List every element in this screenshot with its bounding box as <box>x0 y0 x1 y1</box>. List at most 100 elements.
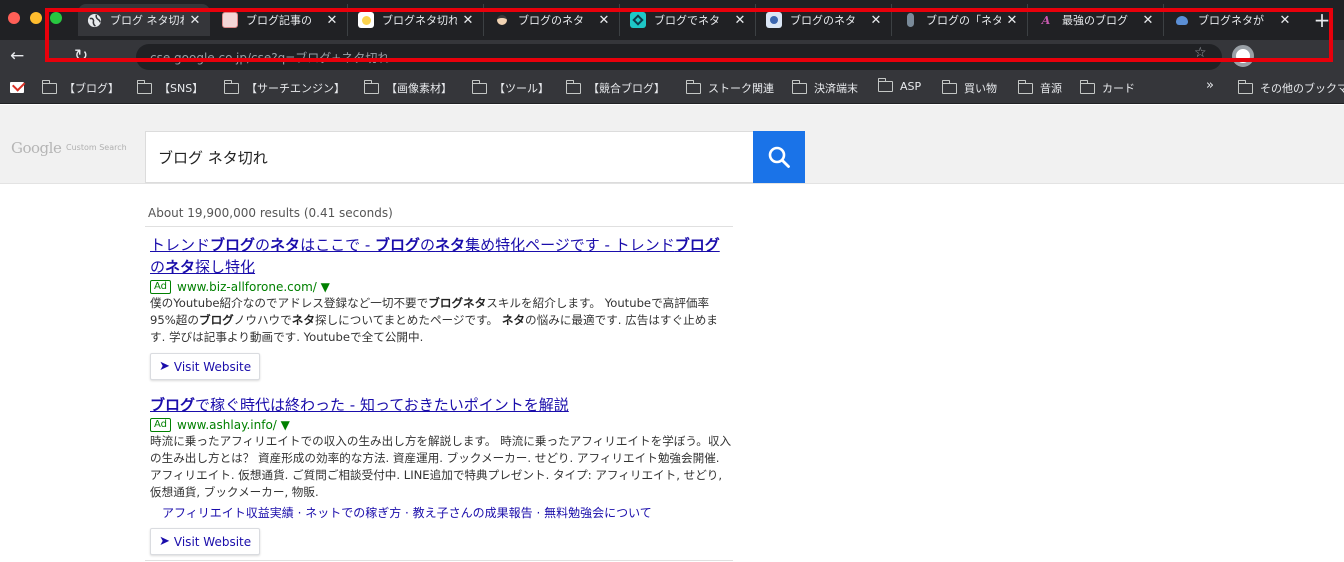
result-snippet: 僕のYoutube紹介なのでアドレス登録など一切不要でブログネタスキルを紹介しま… <box>150 296 718 344</box>
minimize-window-button[interactable] <box>30 12 42 24</box>
tab-title: ブログ記事の <box>246 14 312 27</box>
new-tab-button[interactable]: + <box>1308 8 1336 34</box>
close-tab-icon[interactable]: ✕ <box>597 13 611 28</box>
site-favicon <box>902 12 918 28</box>
result-url-text[interactable]: www.ashlay.info/ ▼ <box>177 417 290 433</box>
bookmark-folder[interactable]: 【画像素材】 <box>363 79 452 96</box>
site-favicon <box>494 12 510 28</box>
address-url[interactable]: cse.google.co.jp/cse?q=ブログ+ネタ切れ <box>150 49 389 66</box>
folder-icon <box>1017 79 1033 94</box>
result-title-link[interactable]: トレンドブログのネタはここで - ブログのネタ集め特化ページです - トレンドブ… <box>150 234 733 278</box>
gmail-icon <box>10 82 24 93</box>
site-favicon <box>630 12 646 28</box>
visit-website-button[interactable]: ➤ Visit Website <box>150 528 261 555</box>
address-toolbar: ← ↻ cse.google.co.jp/cse?q=ブログ+ネタ切れ ☆ <box>0 40 1344 72</box>
address-bar[interactable]: cse.google.co.jp/cse?q=ブログ+ネタ切れ <box>136 44 1222 70</box>
close-tab-icon[interactable]: ✕ <box>1005 13 1019 28</box>
close-tab-icon[interactable]: ✕ <box>325 13 339 28</box>
bookmark-folder[interactable]: 音源 <box>1017 79 1062 96</box>
tab-6[interactable]: ブログの「ネタ ✕ <box>894 4 1028 36</box>
tab-7[interactable]: A 最強のブログ ✕ <box>1030 4 1164 36</box>
sitelinks[interactable]: アフィリエイト収益実績 · ネットでの稼ぎ方 · 教え子さんの成果報告 · 無料… <box>150 505 733 521</box>
folder-icon <box>791 79 807 94</box>
folder-icon <box>136 79 152 94</box>
divider <box>145 560 733 561</box>
bookmark-folder[interactable]: 【サーチエンジン】 <box>223 79 345 96</box>
tab-8[interactable]: ブログネタが ✕ <box>1166 4 1300 36</box>
ad-badge: Ad <box>150 418 172 432</box>
tab-title: ブログでネタ <box>654 14 720 27</box>
visit-website-button[interactable]: ➤ Visit Website <box>150 353 261 380</box>
tab-title: 最強のブログ <box>1062 14 1128 27</box>
bookmark-label: 【画像素材】 <box>386 82 452 95</box>
tab-1[interactable]: ブログ記事の ✕ <box>214 4 348 36</box>
site-favicon <box>766 12 782 28</box>
tab-5[interactable]: ブログのネタ ✕ <box>758 4 892 36</box>
bookmark-folder[interactable]: 【SNS】 <box>136 79 204 96</box>
bookmark-folder[interactable]: ストーク関連 <box>685 79 774 96</box>
folder-icon <box>223 79 239 94</box>
bookmark-folder[interactable]: 買い物 <box>941 79 997 96</box>
close-tab-icon[interactable]: ✕ <box>869 13 883 28</box>
tab-title: ブログネタ切れ <box>382 14 457 27</box>
google-logo: Google <box>11 139 62 157</box>
ad-badge: Ad <box>150 280 172 294</box>
site-favicon <box>1174 12 1190 28</box>
bookmark-label: 音源 <box>1040 82 1062 95</box>
ad-result: ブログで稼ぐ時代は終わった - 知っておきたいポイントを解説 Ad www.as… <box>145 394 733 555</box>
bookmark-label: 決済端末 <box>814 82 858 95</box>
result-url: Ad www.biz-allforone.com/ ▼ <box>150 279 733 295</box>
folder-icon <box>363 79 379 94</box>
back-icon[interactable]: ← <box>10 46 24 66</box>
search-input[interactable] <box>145 131 753 183</box>
other-bookmarks-folder[interactable]: その他のブックマーク <box>1238 80 1344 96</box>
tab-title: ブログ ネタ切れ <box>110 14 184 27</box>
bookmark-label: 【SNS】 <box>159 82 204 95</box>
ad-result: トレンドブログのネタはここで - ブログのネタ集め特化ページです - トレンドブ… <box>145 234 733 380</box>
close-tab-icon[interactable]: ✕ <box>188 13 202 28</box>
tab-title: ブログの「ネタ <box>926 14 1001 27</box>
close-tab-icon[interactable]: ✕ <box>1141 13 1155 28</box>
reload-icon[interactable]: ↻ <box>74 46 88 66</box>
bookmark-folder[interactable]: 【ブログ】 <box>41 79 119 96</box>
result-title-link[interactable]: ブログで稼ぐ時代は終わった - 知っておきたいポイントを解説 <box>150 394 733 416</box>
tab-2[interactable]: ブログネタ切れ ✕ <box>350 4 484 36</box>
site-favicon <box>358 12 374 28</box>
bookmark-folder[interactable]: 決済端末 <box>791 79 858 96</box>
bookmark-label: 【ブログ】 <box>64 82 119 95</box>
result-url: Ad www.ashlay.info/ ▼ <box>150 417 733 433</box>
arrow-right-icon: ➤ <box>159 359 170 374</box>
tab-title: ブログネタが <box>1198 14 1264 27</box>
bookmark-label: カード <box>1102 82 1135 95</box>
gmail-bookmark[interactable] <box>10 82 24 93</box>
bookmark-star-icon[interactable]: ☆ <box>1194 45 1207 61</box>
site-favicon <box>222 12 238 28</box>
bookmark-folder[interactable]: 【競合ブログ】 <box>565 79 665 96</box>
folder-icon <box>1238 80 1253 94</box>
folder-icon <box>941 79 957 94</box>
close-tab-icon[interactable]: ✕ <box>461 13 475 28</box>
tab-strip: ブログ ネタ切れ ✕ ブログ記事の ✕ ブログネタ切れ ✕ ブログのネタ ✕ ブ… <box>0 0 1344 40</box>
tab-title: ブログのネタ <box>518 14 584 27</box>
globe-icon <box>86 12 102 28</box>
result-url-text[interactable]: www.biz-allforone.com/ ▼ <box>177 279 330 295</box>
close-tab-icon[interactable]: ✕ <box>733 13 747 28</box>
maximize-window-button[interactable] <box>50 12 62 24</box>
tab-3[interactable]: ブログのネタ ✕ <box>486 4 620 36</box>
tab-4[interactable]: ブログでネタ ✕ <box>622 4 756 36</box>
bookmark-label: 【サーチエンジン】 <box>246 82 345 95</box>
search-header: Google Custom Search <box>0 105 1344 184</box>
results-stats: About 19,900,000 results (0.41 seconds) <box>148 206 393 220</box>
search-button[interactable] <box>753 131 805 183</box>
profile-avatar[interactable] <box>1232 45 1254 67</box>
bookmark-label: 買い物 <box>964 82 997 95</box>
bookmark-folder[interactable]: カード <box>1079 79 1135 96</box>
folder-icon <box>877 78 893 92</box>
bookmark-folder[interactable]: 【ツール】 <box>471 79 549 96</box>
bookmark-folder[interactable]: ASP <box>877 78 921 93</box>
bookmarks-overflow-chevron-icon[interactable]: » <box>1206 78 1214 93</box>
close-tab-icon[interactable]: ✕ <box>1278 13 1292 28</box>
close-window-button[interactable] <box>8 12 20 24</box>
result-snippet: 時流に乗ったアフィリエイトでの収入の生み出し方を解説します。 時流に乗ったアフィ… <box>150 434 732 499</box>
tab-0[interactable]: ブログ ネタ切れ ✕ <box>78 4 210 36</box>
